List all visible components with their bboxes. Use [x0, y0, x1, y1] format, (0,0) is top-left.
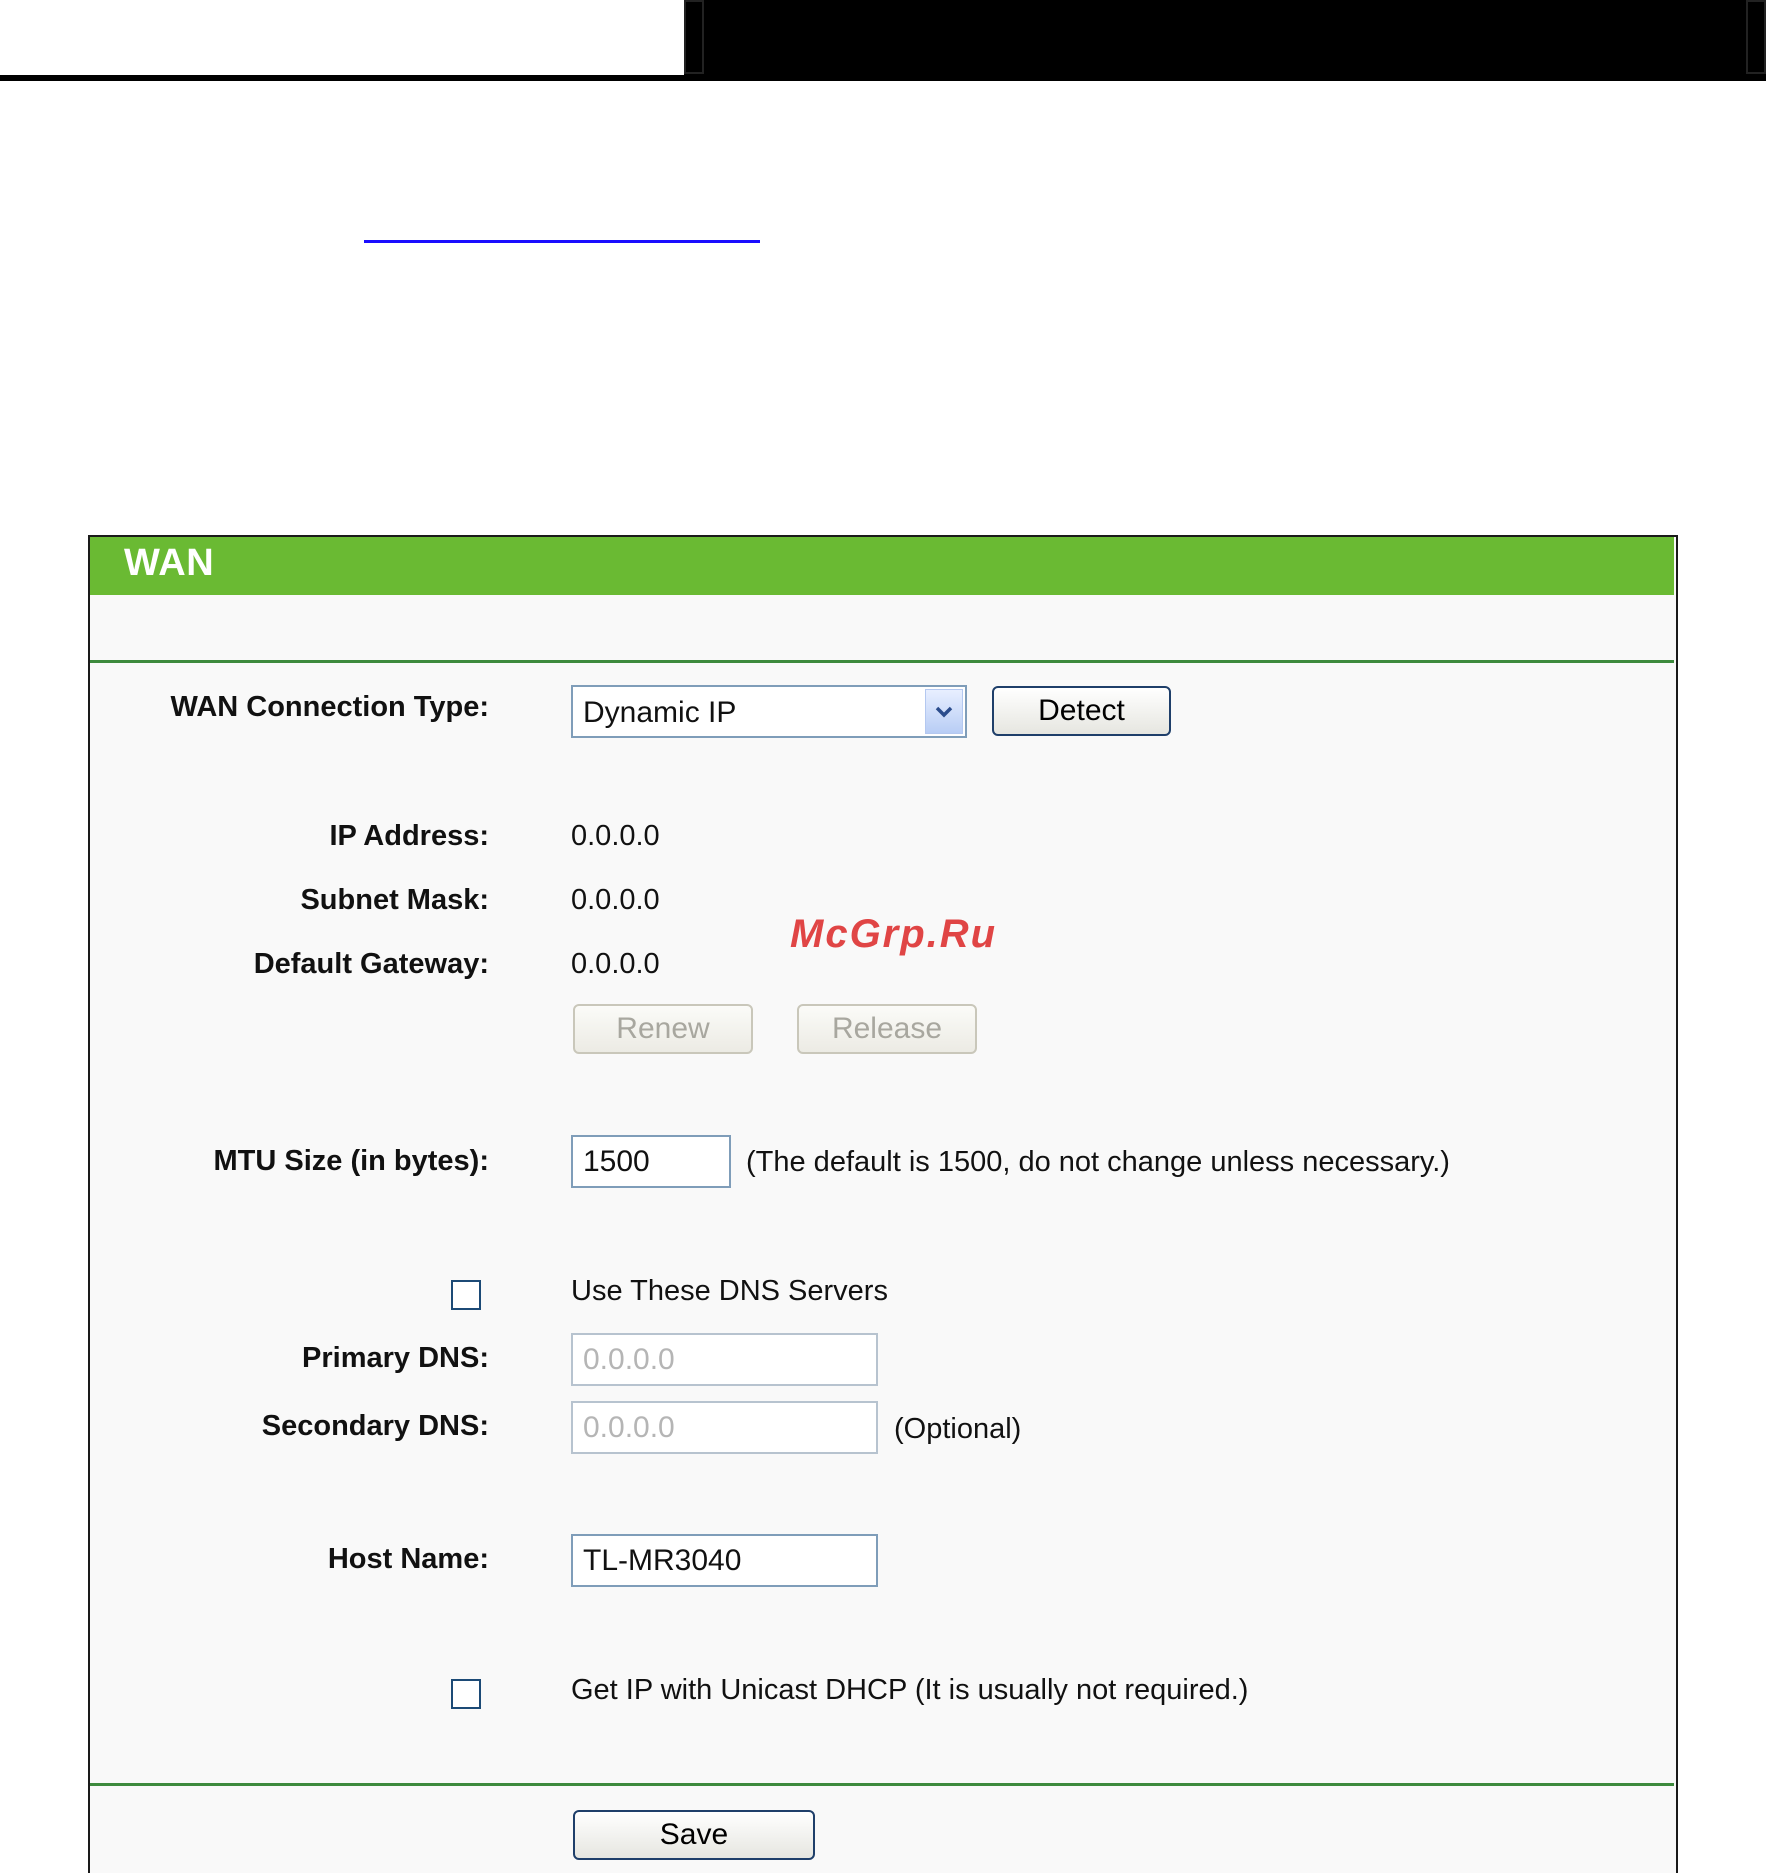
- host-name-label: Host Name:: [327, 1543, 489, 1575]
- primary-dns-input[interactable]: 0.0.0.0: [571, 1333, 878, 1386]
- wan-title-bar: [90, 537, 1674, 595]
- default-gateway-value: 0.0.0.0: [571, 948, 660, 980]
- release-button[interactable]: Release: [797, 1004, 977, 1054]
- ip-address-label: IP Address:: [329, 820, 489, 852]
- ip-address-value: 0.0.0.0: [571, 820, 660, 852]
- wan-connection-type-label: WAN Connection Type:: [170, 691, 489, 723]
- unicast-dhcp-label: Get IP with Unicast DHCP (It is usually …: [571, 1674, 1249, 1706]
- secondary-dns-input[interactable]: 0.0.0.0: [571, 1401, 878, 1454]
- wan-connection-type-select[interactable]: Dynamic IP: [571, 685, 967, 738]
- panel-top-rule: [90, 660, 1674, 663]
- default-gateway-label: Default Gateway:: [253, 948, 489, 980]
- watermark: McGrp.Ru: [790, 912, 998, 956]
- save-button[interactable]: Save: [573, 1810, 815, 1860]
- use-dns-servers-checkbox[interactable]: [451, 1280, 481, 1310]
- subnet-mask-label: Subnet Mask:: [300, 884, 489, 916]
- use-dns-servers-label: Use These DNS Servers: [571, 1275, 888, 1307]
- wan-title: WAN: [124, 542, 215, 584]
- host-name-input[interactable]: TL-MR3040: [571, 1534, 878, 1587]
- secondary-dns-label: Secondary DNS:: [261, 1410, 489, 1442]
- document-header-bar: [684, 0, 1766, 77]
- select-arrow-button[interactable]: [925, 689, 963, 734]
- secondary-dns-note: (Optional): [894, 1413, 1022, 1445]
- detect-button[interactable]: Detect: [992, 686, 1171, 736]
- unicast-dhcp-checkbox[interactable]: [451, 1679, 481, 1709]
- mtu-size-input[interactable]: 1500: [571, 1135, 731, 1188]
- chevron-down-icon: [935, 706, 953, 717]
- document-header-left: [0, 0, 684, 75]
- document-link-underline[interactable]: [364, 240, 760, 243]
- wan-connection-type-value: Dynamic IP: [583, 696, 737, 729]
- header-bar-notch-left: [684, 0, 704, 74]
- subnet-mask-value: 0.0.0.0: [571, 884, 660, 916]
- primary-dns-label: Primary DNS:: [302, 1342, 489, 1374]
- mtu-size-note: (The default is 1500, do not change unle…: [746, 1146, 1450, 1178]
- renew-button[interactable]: Renew: [573, 1004, 753, 1054]
- mtu-size-label: MTU Size (in bytes):: [213, 1145, 489, 1177]
- panel-bottom-rule: [90, 1783, 1674, 1786]
- header-bar-notch-right: [1746, 0, 1766, 74]
